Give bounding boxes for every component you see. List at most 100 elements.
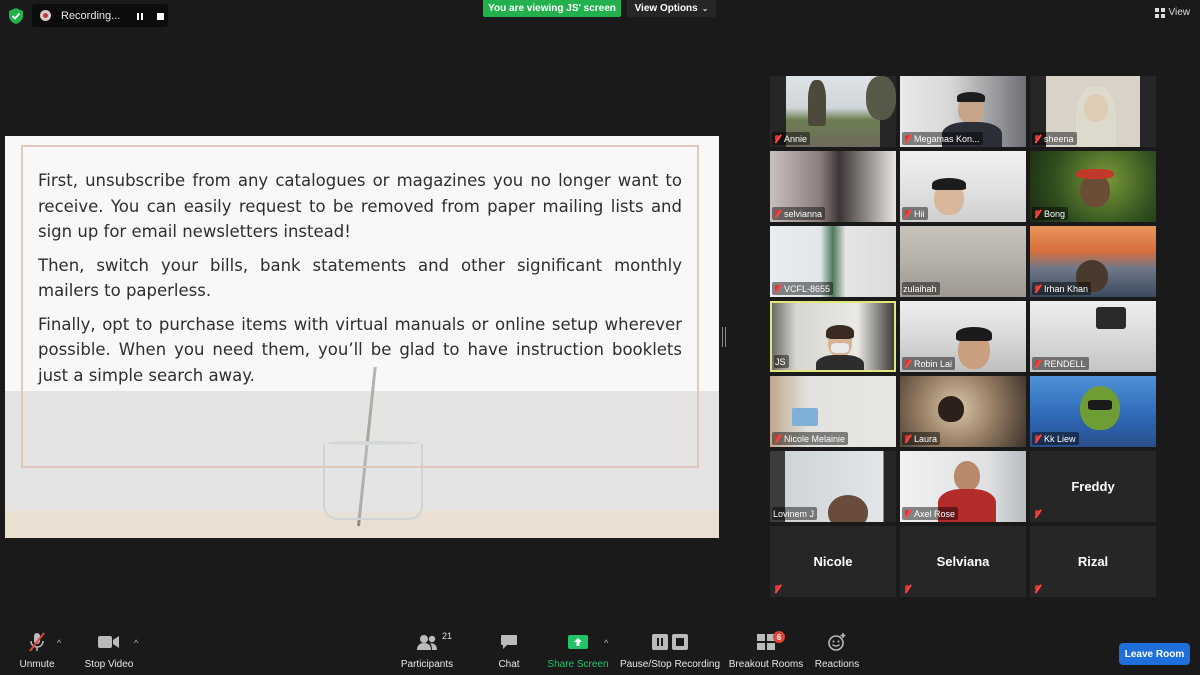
participant-video: [772, 303, 894, 370]
chat-label: Chat: [498, 659, 520, 670]
participant-tile[interactable]: Irhan Khan: [1030, 226, 1156, 297]
chevron-down-icon: ⌄: [701, 4, 709, 13]
participant-name: Lovinem J: [773, 508, 815, 519]
view-options-button[interactable]: View Options ⌄: [627, 0, 716, 17]
muted-mic-icon: [1033, 434, 1041, 444]
participant-name: Rizal: [1077, 554, 1109, 569]
participant-name: Laura: [914, 433, 938, 444]
participant-tile[interactable]: Robin Lai: [900, 301, 1026, 372]
meeting-toolbar: Unmute ^ Stop Video ^ 21 Participants Ch…: [0, 629, 1200, 675]
participant-tile[interactable]: Axel Rose: [900, 451, 1026, 522]
breakout-rooms-label: Breakout Rooms: [728, 659, 804, 670]
encryption-shield-icon[interactable]: [9, 8, 23, 24]
audio-options-caret-icon[interactable]: ^: [57, 638, 61, 648]
participants-label: Participants: [400, 659, 454, 670]
muted-mic-icon: [773, 434, 781, 444]
participant-tile[interactable]: Rizal: [1030, 526, 1156, 597]
participant-name: Nicole: [813, 554, 853, 569]
participant-tile[interactable]: sheena: [1030, 76, 1156, 147]
recording-label: Recording...: [61, 9, 121, 22]
participant-tile[interactable]: Kk Liew: [1030, 376, 1156, 447]
pause-stop-recording-label: Pause/Stop Recording: [619, 659, 721, 670]
participant-tile[interactable]: RENDELL: [1030, 301, 1156, 372]
unmute-button[interactable]: Unmute: [14, 629, 60, 675]
view-label: View: [1168, 7, 1191, 18]
muted-mic-icon: [903, 509, 911, 519]
participant-tile[interactable]: Megamas Kon...: [900, 76, 1026, 147]
participant-name: RENDELL: [1044, 358, 1086, 369]
participant-name: Irhan Khan: [1044, 283, 1089, 294]
chat-button[interactable]: Chat: [490, 629, 528, 675]
participant-name: Kk Liew: [1044, 433, 1076, 444]
participant-tile[interactable]: VCFL-8655: [770, 226, 896, 297]
muted-mic-icon: [903, 359, 911, 369]
participant-name: zulaihah: [903, 283, 937, 294]
slide-paragraph: Then, switch your bills, bank statements…: [38, 255, 682, 301]
participant-tile[interactable]: Laura: [900, 376, 1026, 447]
grid-view-icon: [1154, 7, 1165, 18]
breakout-rooms-icon: 6: [757, 629, 785, 655]
pause-stop-icon: [652, 629, 688, 655]
pause-stop-recording-button[interactable]: Pause/Stop Recording: [619, 629, 721, 675]
unmute-label: Unmute: [19, 659, 55, 670]
participants-icon: 21: [416, 629, 452, 655]
view-button[interactable]: View: [1154, 7, 1191, 18]
muted-mic-icon: [773, 284, 781, 294]
video-camera-icon: [98, 629, 120, 655]
participant-tile[interactable]: zulaihah: [900, 226, 1026, 297]
splitter-handle[interactable]: [722, 327, 726, 347]
participant-tile[interactable]: Freddy: [1030, 451, 1156, 522]
video-options-caret-icon[interactable]: ^: [134, 638, 138, 648]
participant-tile[interactable]: Annie: [770, 76, 896, 147]
pause-icon: [137, 12, 143, 20]
participant-name: Megamas Kon...: [914, 133, 980, 144]
participant-tile[interactable]: selvianna: [770, 151, 896, 222]
participant-tile[interactable]: Lovinem J: [770, 451, 896, 522]
participant-name: Axel Rose: [914, 508, 956, 519]
participant-name: Annie: [784, 133, 808, 144]
stop-video-button[interactable]: Stop Video: [82, 629, 136, 675]
participant-tile[interactable]: Bong: [1030, 151, 1156, 222]
breakout-rooms-badge: 6: [773, 631, 785, 643]
share-options-caret-icon[interactable]: ^: [604, 638, 608, 648]
leave-room-button[interactable]: Leave Room: [1119, 643, 1190, 665]
participant-tile[interactable]: Selviana: [900, 526, 1026, 597]
muted-mic-icon: [1033, 584, 1041, 594]
participant-tile[interactable]: Nicole Melainie: [770, 376, 896, 447]
chat-bubble-icon: [500, 629, 518, 655]
share-screen-button[interactable]: Share Screen: [547, 629, 609, 675]
participant-name: Hii: [914, 208, 925, 219]
participant-tile-active-speaker[interactable]: JS: [770, 301, 896, 372]
participant-name: Selviana: [936, 554, 990, 569]
muted-mic-icon: [903, 134, 911, 144]
pause-recording-button[interactable]: [132, 9, 148, 23]
muted-mic-icon: [28, 629, 46, 655]
reactions-emoji-icon: [827, 629, 847, 655]
participant-tile[interactable]: Nicole: [770, 526, 896, 597]
participant-name: Bong: [1044, 208, 1066, 219]
participant-name: Robin Lai: [914, 358, 953, 369]
participant-name: sheena: [1044, 133, 1074, 144]
recording-indicator: Recording...: [32, 4, 168, 27]
participant-name: Nicole Melainie: [784, 433, 846, 444]
breakout-rooms-button[interactable]: 6 Breakout Rooms: [728, 629, 804, 675]
participant-gallery: Annie Megamas Kon... sheena selvianna Hi…: [770, 76, 1158, 599]
slide-paragraph: First, unsubscribe from any catalogues o…: [38, 171, 682, 241]
muted-mic-icon: [903, 434, 911, 444]
participants-button[interactable]: 21 Participants: [398, 629, 456, 675]
participant-tile[interactable]: Hii: [900, 151, 1026, 222]
reactions-button[interactable]: Reactions: [814, 629, 860, 675]
share-screen-label: Share Screen: [547, 659, 609, 670]
muted-mic-icon: [773, 134, 781, 144]
participant-name: JS: [775, 356, 786, 367]
shared-screen: First, unsubscribe from any catalogues o…: [5, 136, 719, 538]
reactions-label: Reactions: [814, 659, 860, 670]
stop-recording-button[interactable]: [152, 9, 168, 23]
share-screen-icon: [568, 629, 588, 655]
muted-mic-icon: [773, 584, 781, 594]
participant-name: selvianna: [784, 208, 823, 219]
slide-paragraph: Finally, opt to purchase items with virt…: [38, 314, 682, 385]
participant-name: Freddy: [1071, 479, 1115, 494]
participants-count: 21: [441, 631, 452, 641]
muted-mic-icon: [1033, 209, 1041, 219]
